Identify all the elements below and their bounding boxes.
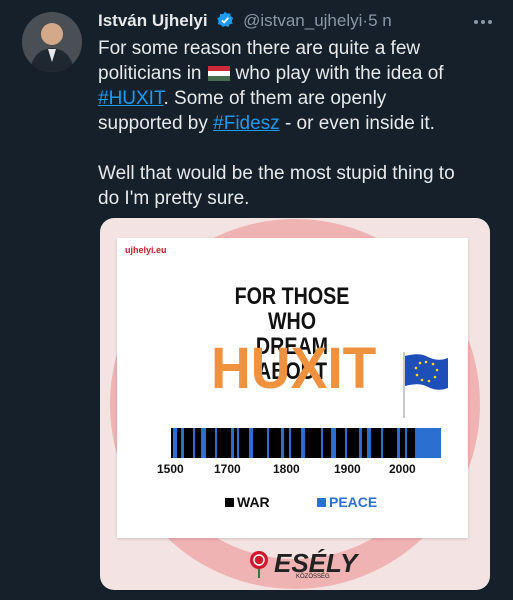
tweet-line-6: do I'm pretty sure. — [98, 188, 250, 209]
hashtag-fidesz[interactable]: #Fidesz — [213, 113, 280, 134]
timestamp[interactable]: 5 n — [368, 11, 392, 30]
legend-war-swatch — [225, 498, 234, 507]
timeline-peace-stripe — [367, 428, 371, 458]
year-1500: 1500 — [157, 462, 184, 476]
tweet-line-1: For some reason there are quite a few — [98, 38, 421, 59]
timeline: 1500 1700 1800 1900 2000 — [117, 406, 468, 496]
legend-peace: PEACE — [317, 494, 377, 510]
hungary-flag-icon — [207, 63, 230, 81]
year-2000: 2000 — [389, 462, 416, 476]
tweet-header: István Ujhelyi @istvan_ujhelyi·5 n — [98, 11, 498, 33]
author-name[interactable]: István Ujhelyi — [98, 11, 208, 30]
timeline-bar — [171, 428, 441, 458]
avatar[interactable] — [22, 12, 82, 72]
more-options-icon[interactable] — [471, 10, 495, 34]
author-handle[interactable]: @istvan_ujhelyi — [243, 11, 362, 30]
hashtag-huxit[interactable]: #HUXIT — [98, 88, 163, 109]
tweet-line-2: politicians in who play with the idea of — [98, 63, 444, 84]
legend-war: WAR — [225, 494, 270, 510]
timeline-peace-stripe — [237, 428, 239, 458]
esely-logo: ESÉLY KÖZÖSSÉG — [248, 548, 368, 584]
tweet-line-4: supported by #Fidesz - or even inside it… — [98, 113, 435, 134]
tweet-image[interactable]: ujhelyi.eu FOR THOSE WHO DREAM ABOUT HUX… — [100, 218, 490, 590]
timeline-peace-stripe — [301, 428, 305, 458]
timeline-peace-stripe — [249, 428, 253, 458]
timeline-peace-stripe — [359, 428, 362, 458]
timeline-peace-stripe — [381, 428, 383, 458]
timeline-peace-stripe — [281, 428, 284, 458]
tweet-text: For some reason there are quite a few po… — [98, 36, 498, 211]
timeline-peace-stripe — [405, 428, 407, 458]
timeline-peace-stripe — [193, 428, 195, 458]
verified-badge-icon — [216, 11, 234, 29]
timeline-peace-stripe — [181, 428, 184, 458]
timeline-peace-stripe — [345, 428, 347, 458]
timeline-peace-stripe — [173, 428, 177, 458]
year-1900: 1900 — [334, 462, 361, 476]
timeline-peace-stripe — [321, 428, 323, 458]
timeline-peace-stripe — [215, 428, 217, 458]
poster-brand: ujhelyi.eu — [125, 245, 167, 255]
timeline-year-labels: 1500 1700 1800 1900 2000 — [117, 462, 468, 478]
tweet-line-5: Well that would be the most stupid thing… — [98, 163, 455, 184]
rose-icon — [250, 551, 268, 578]
legend-peace-swatch — [317, 498, 326, 507]
timeline-peace-stripe — [289, 428, 291, 458]
poster-card: ujhelyi.eu FOR THOSE WHO DREAM ABOUT HUX… — [117, 238, 468, 538]
timeline-peace-stripe — [415, 428, 441, 458]
year-1800: 1800 — [273, 462, 300, 476]
timeline-peace-stripe — [201, 428, 206, 458]
poster-huxit: HUXIT — [211, 336, 377, 401]
timeline-peace-stripe — [331, 428, 336, 458]
year-1700: 1700 — [214, 462, 241, 476]
timeline-peace-stripe — [231, 428, 234, 458]
timeline-peace-stripe — [397, 428, 400, 458]
timeline-peace-stripe — [267, 428, 269, 458]
tweet-line-3: #HUXIT. Some of them are openly — [98, 88, 387, 109]
